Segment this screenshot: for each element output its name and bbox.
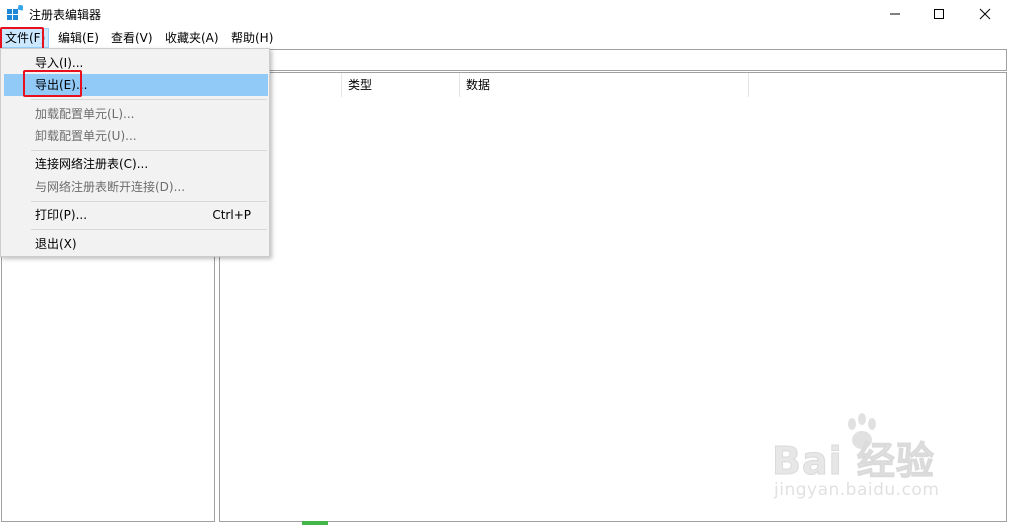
menu-separator: [31, 201, 267, 202]
menu-bar: 文件(F) 编辑(E) 查看(V) 收藏夹(A) 帮助(H): [0, 27, 1010, 48]
menu-help[interactable]: 帮助(H): [227, 29, 277, 47]
minimize-button[interactable]: [872, 0, 918, 27]
baidu-jingyan-watermark: Bai 经验 jingyan.baidu.com: [772, 412, 972, 512]
registry-editor-icon: [7, 5, 23, 20]
window-title: 注册表编辑器: [29, 8, 102, 22]
menu-item-disconnect-label: 与网络注册表断开连接(D)...: [35, 180, 186, 194]
menu-item-unload-hive[interactable]: 卸载配置单元(U)...: [4, 125, 268, 147]
menu-separator: [31, 99, 267, 100]
menu-edit[interactable]: 编辑(E): [54, 29, 103, 47]
menu-item-unload-hive-label: 卸载配置单元(U)...: [35, 129, 137, 143]
minimize-icon: [890, 13, 900, 14]
menu-item-export-label: 导出(E)...: [35, 78, 88, 92]
menu-separator: [31, 229, 267, 230]
title-bar[interactable]: 注册表编辑器: [0, 0, 1010, 27]
column-header-data[interactable]: 数据: [460, 73, 749, 97]
status-indicator: [302, 521, 328, 525]
watermark-url: jingyan.baidu.com: [774, 480, 940, 500]
file-menu-dropdown: 导入(I)... 导出(E)... 加载配置单元(L)... 卸载配置单元(U)…: [0, 48, 270, 257]
menu-favorites[interactable]: 收藏夹(A): [161, 29, 223, 47]
menu-item-export[interactable]: 导出(E)...: [4, 74, 268, 96]
close-icon: [979, 8, 991, 19]
column-header-type[interactable]: 类型: [342, 73, 460, 97]
watermark-brand: Bai 经验: [772, 439, 935, 484]
menu-item-load-hive[interactable]: 加载配置单元(L)...: [4, 103, 268, 125]
menu-item-load-hive-label: 加载配置单元(L)...: [35, 107, 135, 121]
menu-file[interactable]: 文件(F): [1, 28, 50, 48]
menu-item-print[interactable]: 打印(P)... Ctrl+P: [4, 204, 268, 226]
menu-item-import[interactable]: 导入(I)...: [4, 52, 268, 74]
menu-item-connect-network-registry[interactable]: 连接网络注册表(C)...: [4, 153, 268, 175]
menu-item-connect-label: 连接网络注册表(C)...: [35, 157, 149, 171]
maximize-button[interactable]: [916, 0, 962, 27]
registry-editor-window: 注册表编辑器 文件(F) 编辑(E) 查看(V) 收藏夹(A) 帮助(H) 类型…: [0, 0, 1010, 525]
menu-item-print-label: 打印(P)...: [35, 208, 88, 222]
menu-separator: [31, 150, 267, 151]
menu-view[interactable]: 查看(V): [107, 29, 157, 47]
maximize-icon: [934, 8, 944, 19]
menu-item-print-shortcut: Ctrl+P: [212, 208, 251, 222]
menu-item-import-label: 导入(I)...: [35, 56, 84, 70]
menu-item-exit[interactable]: 退出(X): [4, 233, 268, 255]
menu-item-disconnect-network-registry[interactable]: 与网络注册表断开连接(D)...: [4, 176, 268, 198]
menu-item-exit-label: 退出(X): [35, 237, 77, 251]
close-button[interactable]: [962, 0, 1008, 27]
